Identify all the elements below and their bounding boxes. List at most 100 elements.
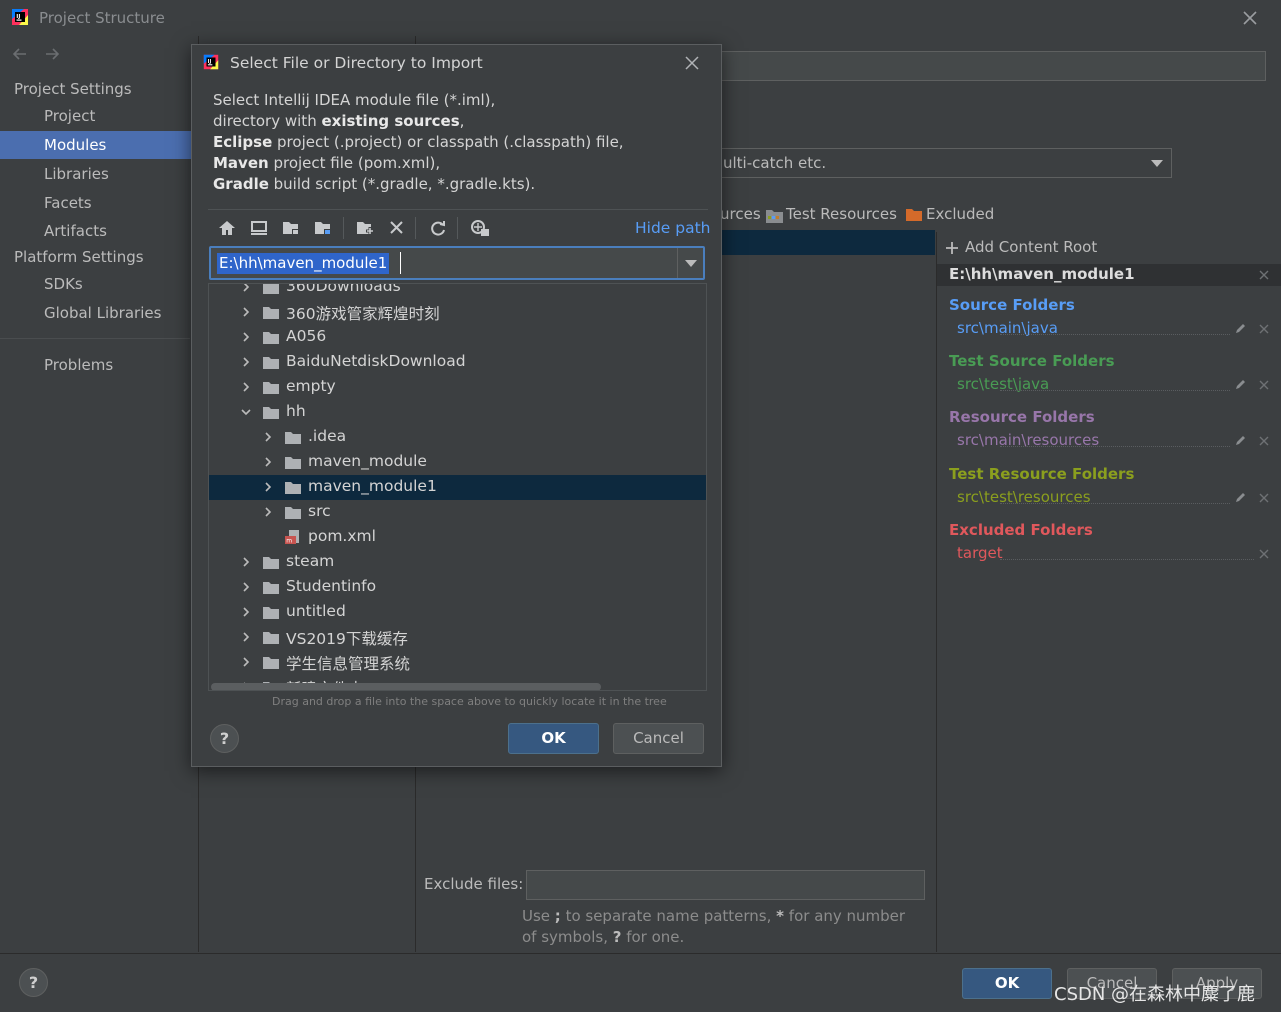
- content-group-folder[interactable]: target: [957, 544, 1003, 562]
- mark-as-resources[interactable]: urces: [720, 205, 761, 223]
- nav-item-problems[interactable]: Problems: [0, 351, 191, 379]
- tree-row[interactable]: A056: [209, 325, 706, 350]
- language-level-combo[interactable]: ulti-catch etc.: [718, 148, 1172, 178]
- window-close-icon[interactable]: [1240, 8, 1260, 28]
- hide-path-link[interactable]: Hide path: [635, 219, 711, 237]
- chevron-right-icon[interactable]: [241, 632, 251, 642]
- mark-as-test-resources[interactable]: Test Resources: [786, 205, 897, 223]
- home-icon[interactable]: [217, 219, 237, 237]
- chevron-right-icon[interactable]: [263, 482, 273, 492]
- mark-as-excluded[interactable]: Excluded: [926, 205, 994, 223]
- nav-item-modules[interactable]: Modules: [0, 131, 191, 159]
- forward-arrow-icon[interactable]: [42, 44, 62, 64]
- path-combo-input[interactable]: E:\hh\maven_module1: [209, 246, 705, 280]
- chevron-right-icon[interactable]: [241, 557, 251, 567]
- path-history-dropdown[interactable]: [677, 248, 703, 278]
- tree-row[interactable]: src: [209, 500, 706, 525]
- tree-row[interactable]: m pom.xml: [209, 525, 706, 550]
- tree-row-label: steam: [286, 552, 335, 570]
- nav-item-project[interactable]: Project: [0, 102, 191, 130]
- exclude-files-input[interactable]: [526, 870, 925, 900]
- add-content-root-button[interactable]: Add Content Root: [965, 238, 1097, 256]
- nav-item-libraries[interactable]: Libraries: [0, 160, 191, 188]
- folder-icon: [262, 630, 280, 645]
- module-name-field[interactable]: [718, 51, 1266, 81]
- chevron-down-icon[interactable]: [241, 407, 251, 417]
- nav-item-artifacts[interactable]: Artifacts: [0, 217, 191, 245]
- project-folder-icon[interactable]: [281, 219, 301, 237]
- remove-folder-icon[interactable]: [1258, 323, 1270, 335]
- chevron-right-icon[interactable]: [241, 307, 251, 317]
- tree-row[interactable]: 360Downloads: [209, 284, 706, 300]
- tree-row-label: .idea: [308, 427, 347, 445]
- chevron-right-icon[interactable]: [241, 657, 251, 667]
- module-folder-icon[interactable]: [313, 219, 333, 237]
- chevron-right-icon[interactable]: [263, 507, 273, 517]
- tree-row[interactable]: VS2019下载缓存: [209, 625, 706, 650]
- delete-icon[interactable]: [387, 219, 407, 237]
- nav-item-global-libraries[interactable]: Global Libraries: [0, 299, 191, 327]
- tree-horizontal-scrollbar[interactable]: [211, 683, 601, 690]
- remove-folder-icon[interactable]: [1258, 492, 1270, 504]
- edit-properties-icon[interactable]: [1234, 434, 1247, 447]
- edit-properties-icon[interactable]: [1234, 322, 1247, 335]
- window-ok-button[interactable]: OK: [962, 968, 1052, 999]
- window-help-button[interactable]: ?: [19, 968, 48, 997]
- tree-row[interactable]: 360游戏管家辉煌时刻: [209, 300, 706, 325]
- chevron-right-icon[interactable]: [241, 284, 251, 292]
- chevron-right-icon[interactable]: [241, 357, 251, 367]
- back-arrow-icon[interactable]: [10, 44, 30, 64]
- show-hidden-files-icon[interactable]: [470, 219, 490, 237]
- csdn-watermark: CSDN @在森林中麋了鹿: [1054, 984, 1256, 1005]
- settings-nav-pane: Project Settings Project Modules Librari…: [0, 36, 199, 952]
- dialog-close-icon[interactable]: [684, 55, 700, 71]
- tree-row[interactable]: maven_module: [209, 450, 706, 475]
- tree-row[interactable]: .idea: [209, 425, 706, 450]
- dialog-ok-button[interactable]: OK: [508, 723, 599, 754]
- chevron-right-icon[interactable]: [263, 457, 273, 467]
- chevron-right-icon[interactable]: [241, 607, 251, 617]
- refresh-icon[interactable]: [428, 219, 448, 237]
- folder-icon: [262, 284, 280, 295]
- remove-folder-icon[interactable]: [1258, 548, 1270, 560]
- remove-folder-icon[interactable]: [1258, 435, 1270, 447]
- tree-row[interactable]: steam: [209, 550, 706, 575]
- edit-properties-icon[interactable]: [1234, 491, 1247, 504]
- folder-icon: [262, 330, 280, 345]
- folder-icon: [262, 655, 280, 670]
- edit-properties-icon[interactable]: [1234, 378, 1247, 391]
- nav-item-facets[interactable]: Facets: [0, 189, 191, 217]
- tree-row[interactable]: hh: [209, 400, 706, 425]
- tree-row[interactable]: maven_module1: [209, 475, 706, 500]
- desktop-icon[interactable]: [249, 219, 269, 237]
- tree-row[interactable]: Studentinfo: [209, 575, 706, 600]
- dialog-help-button[interactable]: ?: [210, 724, 239, 753]
- tree-row[interactable]: untitled: [209, 600, 706, 625]
- chevron-right-icon[interactable]: [263, 432, 273, 442]
- dialog-cancel-button[interactable]: Cancel: [613, 723, 704, 754]
- chevron-right-icon[interactable]: [241, 332, 251, 342]
- exclude-files-hint: Use ; to separate name patterns, * for a…: [522, 907, 906, 946]
- new-folder-icon[interactable]: [355, 219, 375, 237]
- excluded-folder-icon: [905, 207, 923, 222]
- tree-row[interactable]: 学生信息管理系统: [209, 650, 706, 675]
- remove-folder-icon[interactable]: [1258, 379, 1270, 391]
- tree-row-label: Studentinfo: [286, 577, 377, 595]
- folder-icon: [262, 355, 280, 370]
- content-tree-selected-row[interactable]: [720, 230, 935, 255]
- chevron-right-icon[interactable]: [241, 382, 251, 392]
- folder-icon: [262, 580, 280, 595]
- svg-text:IJ: IJ: [16, 14, 20, 20]
- nav-item-sdks[interactable]: SDKs: [0, 270, 191, 298]
- plus-icon[interactable]: [945, 241, 959, 255]
- remove-root-icon[interactable]: [1258, 269, 1270, 281]
- chevron-right-icon[interactable]: [241, 582, 251, 592]
- path-input-value: E:\hh\maven_module1: [217, 253, 390, 274]
- maven-file-icon: m: [284, 530, 302, 545]
- svg-text:IJ: IJ: [208, 59, 212, 65]
- text-caret: [400, 252, 401, 274]
- tree-row[interactable]: BaiduNetdiskDownload: [209, 350, 706, 375]
- tree-row-label: untitled: [286, 602, 346, 620]
- tree-row[interactable]: empty: [209, 375, 706, 400]
- tree-row-label: pom.xml: [308, 527, 376, 545]
